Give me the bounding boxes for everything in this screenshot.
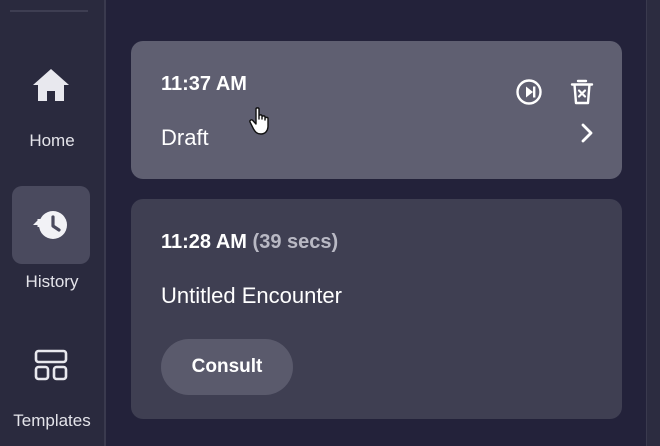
scrollbar-track[interactable] <box>646 0 660 446</box>
templates-icon <box>12 326 90 404</box>
history-icon <box>12 186 90 264</box>
session-card[interactable]: 11:37 AM Draft <box>131 41 622 179</box>
sidebar: Home History Templates <box>0 0 104 446</box>
sidebar-item-label: History <box>25 272 79 291</box>
sidebar-item-label: Templates <box>13 411 91 430</box>
chevron-right-icon[interactable] <box>570 116 604 150</box>
session-time: 11:28 AM (39 secs) <box>161 231 338 254</box>
session-time: 11:37 AM <box>161 73 247 95</box>
sidebar-item-templates[interactable]: Templates <box>0 300 104 446</box>
consult-tag-button[interactable]: Consult <box>161 339 293 395</box>
home-icon <box>12 46 90 124</box>
session-duration: (39 secs) <box>252 231 339 253</box>
sidebar-item-home[interactable]: Home <box>0 0 104 170</box>
sidebar-item-history[interactable]: History <box>0 170 104 300</box>
session-title: Untitled Encounter <box>161 283 342 308</box>
session-card[interactable]: 11:28 AM (39 secs) Untitled Encounter Co… <box>131 199 622 419</box>
session-time-value: 11:28 AM <box>161 231 247 253</box>
session-title: Draft <box>161 125 209 150</box>
resume-icon[interactable] <box>512 75 546 109</box>
sidebar-item-label: Home <box>29 131 75 150</box>
delete-icon[interactable] <box>565 75 599 109</box>
app-window: Home History Templates 11:37 AM Draft 11… <box>0 0 660 446</box>
sidebar-border <box>104 0 106 446</box>
